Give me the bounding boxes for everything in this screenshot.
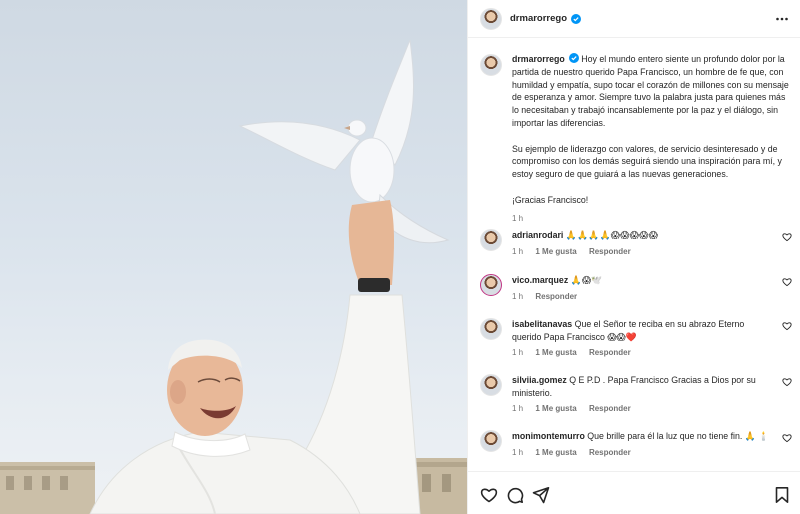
heart-icon[interactable] [782, 277, 792, 287]
bookmark-icon[interactable] [773, 486, 791, 504]
commenter-avatar[interactable] [480, 430, 502, 452]
caption-paragraph-2: Su ejemplo de liderazgo con valores, de … [512, 143, 782, 180]
comment-icon[interactable] [506, 486, 524, 504]
heart-icon[interactable] [480, 486, 498, 504]
paper-plane-icon[interactable] [532, 486, 550, 504]
verified-badge-icon [571, 13, 582, 24]
comment-text: 🙏😱🕊️ [570, 275, 603, 285]
commenter-avatar[interactable] [480, 229, 502, 251]
caption-username[interactable]: drmarorrego [512, 54, 565, 64]
comment-item: adrianrodari 🙏🙏🙏🙏😱😱😱😱😱 1 h 1 Me gusta Re… [480, 229, 792, 258]
comment-item: silviia.gomez Q E P.D . Papa Francisco G… [480, 374, 792, 416]
more-options-icon[interactable] [775, 12, 789, 26]
commenter-avatar[interactable] [480, 274, 502, 296]
caption-meta: 1 h [512, 213, 792, 226]
caption-avatar[interactable] [480, 54, 502, 76]
comment-meta: 1 h Responder [512, 291, 774, 304]
comment-time[interactable]: 1 h [512, 348, 523, 357]
reply-button[interactable]: Responder [589, 404, 631, 413]
commenter-username[interactable]: isabelitanavas [512, 319, 572, 329]
commenter-username[interactable]: silviia.gomez [512, 375, 567, 385]
post-caption: drmarorrego Hoy el mundo entero siente u… [480, 53, 792, 225]
post-action-bar [468, 471, 800, 514]
reply-button[interactable]: Responder [589, 448, 631, 457]
comment-text: Que brille para él la luz que no tiene f… [587, 431, 770, 441]
commenter-username[interactable]: vico.marquez [512, 275, 568, 285]
comment-time[interactable]: 1 h [512, 247, 523, 256]
comment-item: vico.marquez 🙏😱🕊️ 1 h Responder [480, 274, 792, 303]
post-side-panel: drmarorrego drmarorrego Hoy el mundo ent… [467, 0, 800, 514]
commenter-username[interactable]: monimontemurro [512, 431, 585, 441]
caption-time[interactable]: 1 h [512, 214, 523, 223]
comment-likes[interactable]: 1 Me gusta [535, 448, 576, 457]
post-photo[interactable] [0, 0, 467, 514]
author-avatar[interactable] [480, 7, 502, 30]
caption-paragraph-3: ¡Gracias Francisco! [512, 194, 589, 205]
verified-badge-icon [568, 53, 579, 63]
heart-icon[interactable] [782, 377, 792, 387]
commenter-username[interactable]: adrianrodari [512, 230, 563, 240]
heart-icon[interactable] [782, 433, 792, 443]
comment-meta: 1 h 1 Me gusta Responder [512, 403, 774, 416]
instagram-post-modal: drmarorrego drmarorrego Hoy el mundo ent… [0, 0, 800, 514]
pope-dove-photo [0, 39, 467, 514]
comment-meta: 1 h 1 Me gusta Responder [512, 347, 774, 360]
commenter-avatar[interactable] [480, 318, 502, 340]
comment-item: monimontemurro Que brille para él la luz… [480, 430, 792, 459]
caption-text: Hoy el mundo entero siente un profundo d… [512, 54, 789, 128]
author-username[interactable]: drmarorrego [510, 13, 567, 24]
caption-paragraph-1: drmarorrego Hoy el mundo entero siente u… [512, 53, 792, 130]
comments-scroll-area[interactable]: drmarorrego Hoy el mundo entero siente u… [468, 39, 800, 471]
comment-time[interactable]: 1 h [512, 292, 523, 301]
comment-meta: 1 h 1 Me gusta Responder [512, 447, 774, 460]
comment-likes[interactable]: 1 Me gusta [535, 348, 576, 357]
reply-button[interactable]: Responder [535, 292, 577, 301]
reply-button[interactable]: Responder [589, 247, 631, 256]
comment-time[interactable]: 1 h [512, 404, 523, 413]
post-header: drmarorrego [468, 0, 800, 38]
reply-button[interactable]: Responder [589, 348, 631, 357]
comment-likes[interactable]: 1 Me gusta [535, 247, 576, 256]
comment-time[interactable]: 1 h [512, 448, 523, 457]
heart-icon[interactable] [782, 321, 792, 331]
comment-likes[interactable]: 1 Me gusta [535, 404, 576, 413]
commenter-avatar[interactable] [480, 374, 502, 396]
comment-item: isabelitanavas Que el Señor te reciba en… [480, 318, 792, 360]
heart-icon[interactable] [782, 232, 792, 242]
comment-text: 🙏🙏🙏🙏😱😱😱😱😱 [565, 230, 659, 240]
comment-meta: 1 h 1 Me gusta Responder [512, 246, 774, 259]
